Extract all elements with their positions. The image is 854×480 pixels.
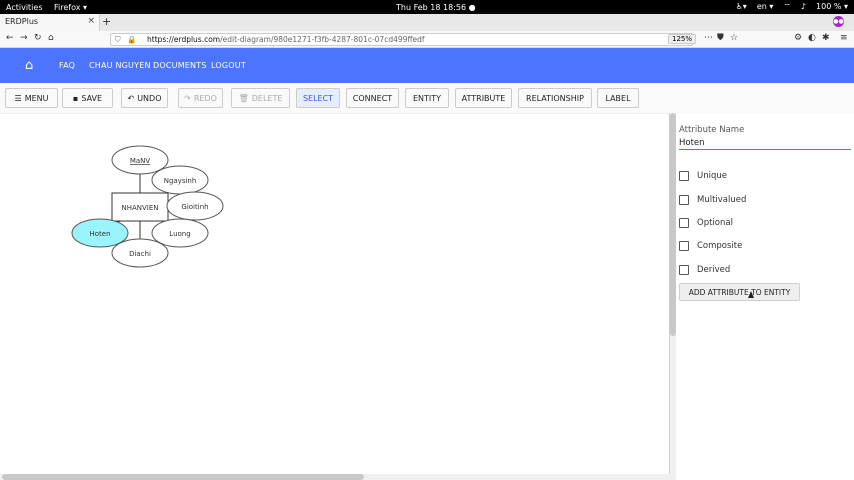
accessibility-icon[interactable]: ♿▾ [736,2,747,12]
activities-button[interactable]: Activities [6,3,43,12]
horizontal-scrollbar[interactable] [0,474,670,480]
lock-icon[interactable]: 🔒 [127,35,136,44]
hamburger-menu-icon[interactable]: ≡ [840,33,848,43]
attribute-diachi-label: Diachi [129,250,151,258]
close-tab-icon[interactable]: × [87,16,95,26]
multivalued-checkbox[interactable] [679,195,689,205]
undo-label: UNDO [137,93,162,103]
clock[interactable]: Thu Feb 18 18:56 ● [396,3,476,12]
forward-icon[interactable]: → [20,33,28,43]
hamburger-icon: ☰ [14,93,22,103]
reload-icon[interactable]: ↻ [34,33,42,43]
mouse-cursor-icon [748,291,754,298]
url-path: /edit-diagram/980e1271-f3fb-4287-801c-07… [220,35,425,44]
menu-label: MENU [24,93,49,103]
menu-button[interactable]: ☰ MENU [5,88,58,108]
entity-button[interactable]: ENTITY [405,88,449,108]
multivalued-checkbox-row[interactable]: Multivalued [679,195,746,205]
language-indicator[interactable]: en ▾ [757,2,774,12]
settings-icon[interactable]: ⚙ [794,33,802,43]
diagram-canvas[interactable]: NHANVIEN MaNV Ngaysinh Gioitinh Hoten Lu… [0,113,670,475]
composite-checkbox[interactable] [679,241,689,251]
redo-label: REDO [193,93,217,103]
page-actions-icon[interactable]: ⋯ [704,33,713,43]
zoom-level[interactable]: 125% [668,34,697,44]
navigation-bar: ← → ↻ ⌂ ⛉ 🔒 https://erdplus.com/edit-dia… [0,31,854,48]
nav-link-logout[interactable]: LOGOUT [211,61,246,70]
trash-icon: 🗑 [238,93,249,103]
tab-title: ERDPlus [5,17,39,26]
add-attribute-to-entity-button[interactable]: ADD ATTRIBUTE TO ENTITY [679,283,800,301]
battery-indicator[interactable]: 100 % ▾ [816,2,848,12]
label-button[interactable]: LABEL [597,88,639,108]
url-bar[interactable]: ⛉ 🔒 https://erdplus.com/edit-diagram/980… [110,33,693,46]
optional-label: Optional [697,218,733,228]
derived-checkbox-row[interactable]: Derived [679,265,730,275]
app-menu[interactable]: Firefox ▾ [54,3,87,12]
home-icon[interactable]: ⌂ [48,33,54,43]
attribute-name-label: Attribute Name [679,125,745,135]
optional-checkbox-row[interactable]: Optional [679,218,733,228]
delete-label: DELETE [251,93,283,103]
redo-button[interactable]: ↷ REDO [178,88,223,108]
attribute-button[interactable]: ATTRIBUTE [455,88,512,108]
entity-nhanvien-label: NHANVIEN [121,204,158,212]
multivalued-label: Multivalued [697,195,747,205]
tab-strip: ERDPlus × + ●● [0,14,854,31]
save-label: SAVE [81,93,103,103]
optional-checkbox[interactable] [679,218,689,228]
attribute-hoten-label: Hoten [89,230,110,238]
attribute-luong-label: Luong [169,230,190,238]
delete-button[interactable]: 🗑 DELETE [231,88,290,108]
attribute-ngaysinh-label: Ngaysinh [164,177,197,185]
diagram-toolbar: ☰ MENU ▪ SAVE ↶ UNDO ↷ REDO 🗑 DELETE SEL… [0,83,854,113]
home-icon[interactable]: ⌂ [25,58,33,73]
url-host: https://erdplus.com [147,35,221,44]
nav-link-faq[interactable]: FAQ [59,61,75,70]
browser-tab[interactable]: ERDPlus × [0,14,100,31]
volume-icon: ♪ [800,2,807,11]
redo-icon: ↷ [184,93,191,103]
composite-label: Composite [697,241,743,251]
relationship-button[interactable]: RELATIONSHIP [518,88,592,108]
derived-label: Derived [697,265,731,275]
system-top-bar: Activities Firefox ▾ Thu Feb 18 18:56 ● … [0,0,854,14]
derived-checkbox[interactable] [679,265,689,275]
attribute-properties-panel: Attribute Name Unique Multivalued Option… [676,113,854,480]
app-header: ⌂ FAQ CHAU NGUYEN DOCUMENTS LOGOUT [0,48,854,83]
unique-checkbox-row[interactable]: Unique [679,171,727,181]
horizontal-scroll-thumb[interactable] [2,474,364,480]
nav-link-documents[interactable]: DOCUMENTS [153,61,207,70]
shield-icon[interactable]: ⛉ [115,35,121,45]
nav-link-user[interactable]: CHAU NGUYEN [89,61,151,70]
attribute-name-input[interactable] [679,136,851,150]
undo-icon: ↶ [127,93,135,103]
extension-icon[interactable]: ●● [833,16,844,27]
connect-button[interactable]: CONNECT [346,88,399,108]
save-icon: ▪ [72,93,79,103]
bookmark-star-icon[interactable]: ☆ [730,33,738,43]
save-button[interactable]: ▪ SAVE [62,88,113,108]
unique-label: Unique [697,171,727,181]
composite-checkbox-row[interactable]: Composite [679,241,742,251]
attribute-manv-label: MaNV [130,157,151,165]
new-tab-icon[interactable]: + [102,15,111,28]
network-icon: ⌔ [783,2,791,11]
pocket-icon[interactable]: ⛊ [717,33,724,43]
unique-checkbox[interactable] [679,171,689,181]
back-icon[interactable]: ← [6,33,14,43]
attribute-gioitinh-label: Gioitinh [181,203,208,211]
er-diagram[interactable]: NHANVIEN MaNV Ngaysinh Gioitinh Hoten Lu… [0,114,670,474]
system-tray[interactable]: ♿▾ en ▾ ⌔ ♪ 100 % ▾ [736,2,848,12]
undo-button[interactable]: ↶ UNDO [121,88,168,108]
mask-icon[interactable]: ◐ [808,33,816,43]
extension-puzzle-icon[interactable]: ✱ [822,33,830,43]
select-button[interactable]: SELECT [296,88,340,108]
